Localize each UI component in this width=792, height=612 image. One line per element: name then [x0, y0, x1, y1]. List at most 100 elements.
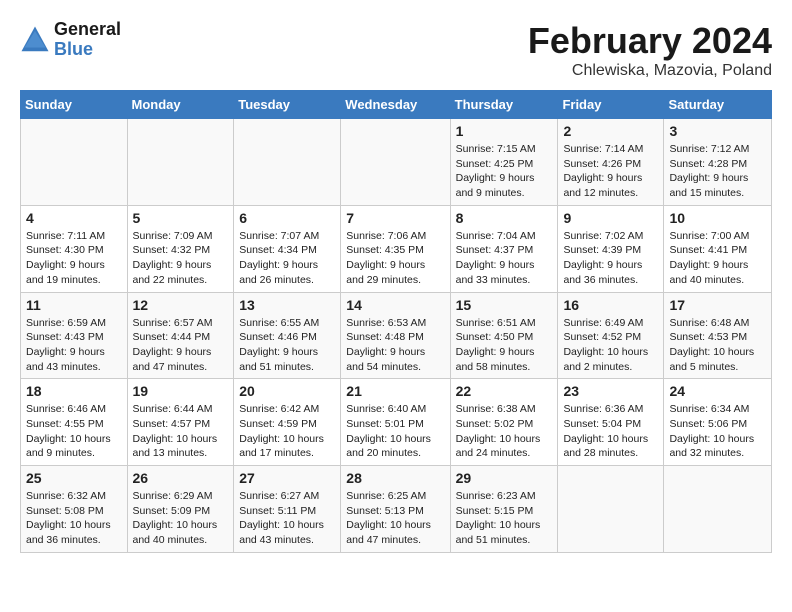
- day-header-sunday: Sunday: [21, 91, 128, 119]
- day-info: Sunrise: 6:27 AMSunset: 5:11 PMDaylight:…: [239, 489, 335, 548]
- day-info: Sunrise: 6:49 AMSunset: 4:52 PMDaylight:…: [563, 316, 658, 375]
- calendar-cell: [21, 119, 128, 206]
- day-info: Sunrise: 6:34 AMSunset: 5:06 PMDaylight:…: [669, 402, 766, 461]
- day-number: 5: [133, 210, 229, 226]
- day-header-tuesday: Tuesday: [234, 91, 341, 119]
- calendar-cell: 7 Sunrise: 7:06 AMSunset: 4:35 PMDaylight…: [341, 205, 450, 292]
- day-number: 28: [346, 470, 444, 486]
- day-number: 7: [346, 210, 444, 226]
- day-number: 17: [669, 297, 766, 313]
- calendar-cell: 25 Sunrise: 6:32 AMSunset: 5:08 PMDayligh…: [21, 466, 128, 553]
- calendar-table: SundayMondayTuesdayWednesdayThursdayFrid…: [20, 90, 772, 553]
- title-block: February 2024 Chlewiska, Mazovia, Poland: [528, 20, 772, 80]
- logo: General Blue: [20, 20, 121, 60]
- day-header-monday: Monday: [127, 91, 234, 119]
- calendar-week-4: 25 Sunrise: 6:32 AMSunset: 5:08 PMDayligh…: [21, 466, 772, 553]
- calendar-cell: 18Sunrise: 6:46 AMSunset: 4:55 PMDayligh…: [21, 379, 128, 466]
- day-info: Sunrise: 6:44 AMSunset: 4:57 PMDaylight:…: [133, 402, 229, 461]
- day-number: 20: [239, 383, 335, 399]
- calendar-cell: 11 Sunrise: 6:59 AMSunset: 4:43 PMDayligh…: [21, 292, 128, 379]
- calendar-cell: [127, 119, 234, 206]
- day-number: 19: [133, 383, 229, 399]
- day-number: 3: [669, 123, 766, 139]
- day-number: 15: [456, 297, 553, 313]
- day-info: Sunrise: 7:15 AMSunset: 4:25 PMDaylight:…: [456, 142, 553, 201]
- calendar-cell: 4 Sunrise: 7:11 AMSunset: 4:30 PMDaylight…: [21, 205, 128, 292]
- page-header: General Blue February 2024 Chlewiska, Ma…: [20, 20, 772, 80]
- calendar-cell: 27 Sunrise: 6:27 AMSunset: 5:11 PMDayligh…: [234, 466, 341, 553]
- calendar-cell: [664, 466, 772, 553]
- day-number: 26: [133, 470, 229, 486]
- calendar-cell: 10 Sunrise: 7:00 AMSunset: 4:41 PMDayligh…: [664, 205, 772, 292]
- day-info: Sunrise: 6:48 AMSunset: 4:53 PMDaylight:…: [669, 316, 766, 375]
- day-info: Sunrise: 7:12 AMSunset: 4:28 PMDaylight:…: [669, 142, 766, 201]
- day-number: 8: [456, 210, 553, 226]
- day-header-saturday: Saturday: [664, 91, 772, 119]
- day-header-friday: Friday: [558, 91, 664, 119]
- day-header-thursday: Thursday: [450, 91, 558, 119]
- day-number: 10: [669, 210, 766, 226]
- day-number: 25: [26, 470, 122, 486]
- day-info: Sunrise: 6:32 AMSunset: 5:08 PMDaylight:…: [26, 489, 122, 548]
- logo-blue: Blue: [54, 39, 93, 59]
- calendar-cell: 28 Sunrise: 6:25 AMSunset: 5:13 PMDayligh…: [341, 466, 450, 553]
- day-number: 2: [563, 123, 658, 139]
- calendar-week-0: 1 Sunrise: 7:15 AMSunset: 4:25 PMDaylight…: [21, 119, 772, 206]
- day-number: 27: [239, 470, 335, 486]
- day-info: Sunrise: 7:04 AMSunset: 4:37 PMDaylight:…: [456, 229, 553, 288]
- calendar-cell: 13Sunrise: 6:55 AMSunset: 4:46 PMDayligh…: [234, 292, 341, 379]
- calendar-cell: 29 Sunrise: 6:23 AMSunset: 5:15 PMDayligh…: [450, 466, 558, 553]
- calendar-cell: 3 Sunrise: 7:12 AMSunset: 4:28 PMDaylight…: [664, 119, 772, 206]
- calendar-cell: 19 Sunrise: 6:44 AMSunset: 4:57 PMDayligh…: [127, 379, 234, 466]
- day-info: Sunrise: 6:40 AMSunset: 5:01 PMDaylight:…: [346, 402, 444, 461]
- day-info: Sunrise: 6:25 AMSunset: 5:13 PMDaylight:…: [346, 489, 444, 548]
- calendar-cell: 12 Sunrise: 6:57 AMSunset: 4:44 PMDayligh…: [127, 292, 234, 379]
- day-info: Sunrise: 7:07 AMSunset: 4:34 PMDaylight:…: [239, 229, 335, 288]
- day-number: 29: [456, 470, 553, 486]
- calendar-week-1: 4 Sunrise: 7:11 AMSunset: 4:30 PMDaylight…: [21, 205, 772, 292]
- day-number: 4: [26, 210, 122, 226]
- day-number: 11: [26, 297, 122, 313]
- day-info: Sunrise: 6:55 AMSunset: 4:46 PMDaylight:…: [239, 316, 335, 375]
- calendar-header-row: SundayMondayTuesdayWednesdayThursdayFrid…: [21, 91, 772, 119]
- logo-icon: [20, 25, 50, 55]
- day-info: Sunrise: 7:11 AMSunset: 4:30 PMDaylight:…: [26, 229, 122, 288]
- day-info: Sunrise: 7:06 AMSunset: 4:35 PMDaylight:…: [346, 229, 444, 288]
- day-number: 6: [239, 210, 335, 226]
- day-info: Sunrise: 6:36 AMSunset: 5:04 PMDaylight:…: [563, 402, 658, 461]
- day-info: Sunrise: 6:38 AMSunset: 5:02 PMDaylight:…: [456, 402, 553, 461]
- day-number: 21: [346, 383, 444, 399]
- day-number: 22: [456, 383, 553, 399]
- calendar-cell: 23 Sunrise: 6:36 AMSunset: 5:04 PMDayligh…: [558, 379, 664, 466]
- calendar-cell: 22 Sunrise: 6:38 AMSunset: 5:02 PMDayligh…: [450, 379, 558, 466]
- calendar-cell: 15Sunrise: 6:51 AMSunset: 4:50 PMDayligh…: [450, 292, 558, 379]
- day-number: 1: [456, 123, 553, 139]
- calendar-cell: 6 Sunrise: 7:07 AMSunset: 4:34 PMDaylight…: [234, 205, 341, 292]
- day-info: Sunrise: 7:09 AMSunset: 4:32 PMDaylight:…: [133, 229, 229, 288]
- calendar-cell: [234, 119, 341, 206]
- day-number: 16: [563, 297, 658, 313]
- day-info: Sunrise: 7:00 AMSunset: 4:41 PMDaylight:…: [669, 229, 766, 288]
- day-info: Sunrise: 6:59 AMSunset: 4:43 PMDaylight:…: [26, 316, 122, 375]
- month-year-title: February 2024: [528, 20, 772, 62]
- calendar-week-3: 18Sunrise: 6:46 AMSunset: 4:55 PMDayligh…: [21, 379, 772, 466]
- day-info: Sunrise: 6:57 AMSunset: 4:44 PMDaylight:…: [133, 316, 229, 375]
- day-info: Sunrise: 7:02 AMSunset: 4:39 PMDaylight:…: [563, 229, 658, 288]
- day-number: 14: [346, 297, 444, 313]
- calendar-cell: 17 Sunrise: 6:48 AMSunset: 4:53 PMDayligh…: [664, 292, 772, 379]
- day-header-wednesday: Wednesday: [341, 91, 450, 119]
- day-number: 24: [669, 383, 766, 399]
- day-number: 23: [563, 383, 658, 399]
- day-number: 12: [133, 297, 229, 313]
- calendar-cell: 9Sunrise: 7:02 AMSunset: 4:39 PMDaylight…: [558, 205, 664, 292]
- calendar-cell: 26Sunrise: 6:29 AMSunset: 5:09 PMDayligh…: [127, 466, 234, 553]
- calendar-cell: 1 Sunrise: 7:15 AMSunset: 4:25 PMDaylight…: [450, 119, 558, 206]
- calendar-cell: 8 Sunrise: 7:04 AMSunset: 4:37 PMDaylight…: [450, 205, 558, 292]
- logo-general: General: [54, 19, 121, 39]
- calendar-cell: 16 Sunrise: 6:49 AMSunset: 4:52 PMDayligh…: [558, 292, 664, 379]
- calendar-cell: 21 Sunrise: 6:40 AMSunset: 5:01 PMDayligh…: [341, 379, 450, 466]
- day-info: Sunrise: 6:23 AMSunset: 5:15 PMDaylight:…: [456, 489, 553, 548]
- calendar-cell: [558, 466, 664, 553]
- day-info: Sunrise: 7:14 AMSunset: 4:26 PMDaylight:…: [563, 142, 658, 201]
- day-info: Sunrise: 6:53 AMSunset: 4:48 PMDaylight:…: [346, 316, 444, 375]
